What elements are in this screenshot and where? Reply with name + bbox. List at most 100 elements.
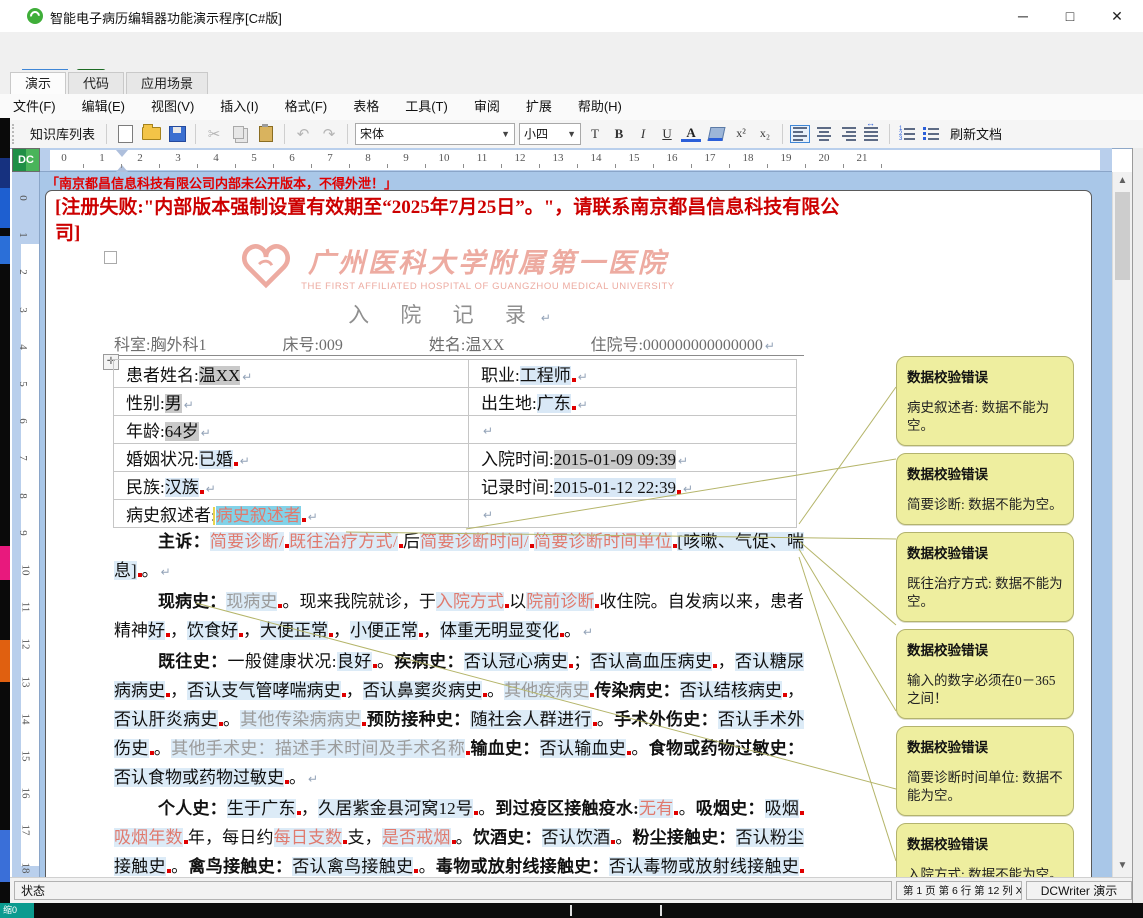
record-paragraph[interactable]: 个人史：生于广东，久居紫金县河窝12号。到过疫区接触疫水:无有。吸烟史：吸烟吸烟… xyxy=(114,794,804,877)
menu-扩展[interactable]: 扩展 xyxy=(513,94,565,120)
undo-icon[interactable]: ↶ xyxy=(292,123,314,145)
input-field[interactable]: 简要诊断/ xyxy=(210,532,284,551)
input-field[interactable]: 现病史 xyxy=(226,592,277,611)
minimize-button[interactable]: ─ xyxy=(1008,6,1038,26)
menu-审阅[interactable]: 审阅 xyxy=(461,94,513,120)
font-size-select[interactable]: 小四▼ xyxy=(519,123,581,145)
menu-帮助(H)[interactable]: 帮助(H) xyxy=(565,94,635,120)
field-value[interactable]: 温XX xyxy=(199,366,241,385)
validation-error-box[interactable]: 数据校验错误输入的数字必须在0－365之间！ xyxy=(896,629,1074,719)
table-cell[interactable]: 出生地:广东↵ xyxy=(469,388,797,416)
font-color-icon[interactable]: A xyxy=(681,126,701,142)
input-field[interactable]: 否认毒物或放射线接触史 xyxy=(609,857,799,876)
field-value[interactable]: 病史叙述者 xyxy=(216,506,301,525)
close-button[interactable]: ✕ xyxy=(1102,6,1132,26)
table-cell[interactable]: 婚姻状况:已婚↵ xyxy=(114,444,469,472)
document-page[interactable]: [注册失败:"内部版本强制设置有效期至“2025年7月25日”。"，请联系南京都… xyxy=(45,190,1092,877)
input-field[interactable]: 否认饮酒 xyxy=(542,828,611,847)
table-cell[interactable]: 性别:男↵ xyxy=(114,388,469,416)
field-value[interactable]: 2015-01-12 22:39 xyxy=(554,478,676,497)
table-cell[interactable]: ↵ xyxy=(469,416,797,444)
input-field[interactable]: 无有 xyxy=(639,799,674,818)
menu-视图(V)[interactable]: 视图(V) xyxy=(138,94,207,120)
align-left-icon[interactable] xyxy=(790,125,810,143)
vertical-ruler[interactable]: 0123456789101112131415161718 xyxy=(12,172,40,877)
validation-error-box[interactable]: 数据校验错误病史叙述者: 数据不能为空。 xyxy=(896,356,1074,446)
input-field[interactable]: 其他疾病史 xyxy=(504,681,589,700)
input-field[interactable]: 吸烟年数 xyxy=(114,828,183,847)
table-cell[interactable]: 入院时间:2015-01-09 09:39↵ xyxy=(469,444,797,472)
input-field[interactable]: 否认高血压病史 xyxy=(590,652,712,671)
input-field[interactable]: 吸烟 xyxy=(765,799,799,818)
input-field[interactable]: 既往治疗方式/ xyxy=(289,532,398,551)
scroll-up-icon[interactable]: ▲ xyxy=(1113,172,1132,190)
validation-error-box[interactable]: 数据校验错误既往治疗方式: 数据不能为空。 xyxy=(896,532,1074,622)
input-field[interactable]: 好 xyxy=(148,621,165,640)
scrollbar-thumb[interactable] xyxy=(1115,192,1130,280)
input-field[interactable]: 随社会人群进行 xyxy=(470,710,591,729)
menu-编辑(E)[interactable]: 编辑(E) xyxy=(69,94,138,120)
menu-文件(F)[interactable]: 文件(F) xyxy=(0,94,69,120)
vertical-scrollbar[interactable]: ▲ ▼ xyxy=(1112,172,1132,877)
input-field[interactable]: 否认鼻窦炎病史 xyxy=(363,681,482,700)
horizontal-ruler[interactable]: 0123456789101112131415161718192021 xyxy=(40,148,1112,172)
input-field[interactable]: 每日支数 xyxy=(274,828,343,847)
input-field[interactable]: 生于广东 xyxy=(227,799,296,818)
input-field[interactable]: 入院方式 xyxy=(436,592,504,611)
medical-record-body[interactable]: 主诉：简要诊断/既往治疗方式/后简要诊断时间/简要诊断时间单位[咳嗽、气促、喘息… xyxy=(114,527,804,877)
field-value[interactable]: 2015-01-09 09:39 xyxy=(554,450,676,469)
menu-插入(I)[interactable]: 插入(I) xyxy=(207,94,271,120)
record-paragraph[interactable]: 现病史：现病史。现来我院就诊，于入院方式以院前诊断收住院。自发病以来，患者精神好… xyxy=(114,587,804,647)
align-justify-icon[interactable] xyxy=(862,125,882,143)
align-right-icon[interactable] xyxy=(838,125,858,143)
record-paragraph[interactable]: 既往史：一般健康状况:良好。疾病史：否认冠心病史；否认高血压病史，否认糖尿病病史… xyxy=(114,647,804,794)
input-field[interactable]: 否认结核病史 xyxy=(680,681,782,700)
table-cell[interactable]: 职业:工程师↵ xyxy=(469,360,797,388)
subscript-icon[interactable]: x₂ xyxy=(755,126,775,141)
validation-error-box[interactable]: 数据校验错误简要诊断: 数据不能为空。 xyxy=(896,453,1074,525)
menu-工具(T)[interactable]: 工具(T) xyxy=(392,94,461,120)
underline-icon[interactable]: U xyxy=(657,126,677,142)
input-field[interactable]: 其他手术史：描述手术时间及手术名称 xyxy=(171,739,465,758)
tab-演示[interactable]: 演示 xyxy=(10,72,66,96)
input-field[interactable]: 其他传染病病史 xyxy=(240,710,361,729)
patient-info-table[interactable]: 患者姓名:温XX↵职业:工程师↵性别:男↵出生地:广东↵年龄:64岁↵↵婚姻状况… xyxy=(113,359,797,528)
input-field[interactable]: 否认冠心病史 xyxy=(464,652,568,671)
tab-应用场景[interactable]: 应用场景 xyxy=(126,72,208,95)
field-value[interactable]: 广东 xyxy=(537,394,571,413)
input-field[interactable]: 否认食物或药物过敏史 xyxy=(114,768,284,787)
ruler-cursor-marker[interactable] xyxy=(116,159,128,172)
record-paragraph[interactable]: 主诉：简要诊断/既往治疗方式/后简要诊断时间/简要诊断时间单位[咳嗽、气促、喘息… xyxy=(114,527,804,587)
input-field[interactable]: 体重无明显变化 xyxy=(440,621,559,640)
highlight-fill-icon[interactable] xyxy=(705,123,727,145)
input-field[interactable]: 院前诊断 xyxy=(526,592,594,611)
save-icon[interactable] xyxy=(166,123,188,145)
bold-icon[interactable]: B xyxy=(609,126,629,142)
input-field[interactable]: 大便正常 xyxy=(260,621,328,640)
refresh-document-button[interactable]: 刷新文档 xyxy=(945,124,1007,143)
input-field[interactable]: 小便正常 xyxy=(350,621,418,640)
field-value[interactable]: 男 xyxy=(165,394,182,413)
font-style-icon[interactable]: T xyxy=(585,126,605,142)
table-cell[interactable]: 患者姓名:温XX↵ xyxy=(114,360,469,388)
input-field[interactable]: 简要诊断时间/ xyxy=(420,532,528,551)
italic-icon[interactable]: I xyxy=(633,126,653,142)
table-cell[interactable]: 记录时间:2015-01-12 22:39↵ xyxy=(469,472,797,500)
field-value[interactable]: 64岁 xyxy=(165,422,199,441)
input-field[interactable]: 否认输血史 xyxy=(540,739,626,758)
table-cell[interactable]: 年龄:64岁↵ xyxy=(114,416,469,444)
bullet-list-icon[interactable] xyxy=(921,125,941,143)
table-cell[interactable]: 民族:汉族↵ xyxy=(114,472,469,500)
redo-icon[interactable]: ↷ xyxy=(318,123,340,145)
input-field[interactable]: 否认肝炎病史 xyxy=(114,710,218,729)
input-field[interactable]: 良好 xyxy=(337,652,372,671)
validation-error-box[interactable]: 数据校验错误简要诊断时间单位: 数据不能为空。 xyxy=(896,726,1074,816)
input-field[interactable]: 简要诊断时间单位 xyxy=(534,532,673,551)
input-field[interactable]: 是否戒烟 xyxy=(382,828,451,847)
input-field[interactable]: 久居紫金县河窝12号 xyxy=(318,799,473,818)
menu-表格[interactable]: 表格 xyxy=(340,94,392,120)
superscript-icon[interactable]: x² xyxy=(731,126,751,141)
menu-格式(F)[interactable]: 格式(F) xyxy=(272,94,341,120)
input-field[interactable]: 否认支气管哮喘病史 xyxy=(187,681,340,700)
numbered-list-icon[interactable]: 123 xyxy=(897,125,917,143)
